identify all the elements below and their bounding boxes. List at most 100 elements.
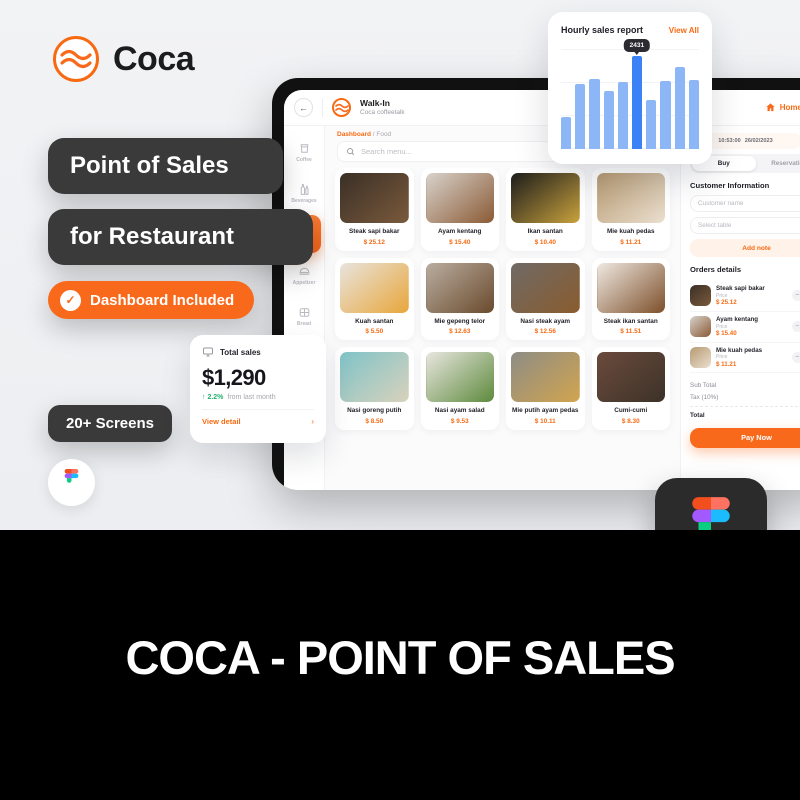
sidebar-label: Beverages [291,197,317,204]
figma-icon [64,469,79,483]
sidebar-item-coffee[interactable]: Coffee [288,133,321,171]
sidebar-item-beverages[interactable]: Beverages [288,174,321,212]
menu-item-price: $ 15.40 [449,238,471,246]
menu-item-card[interactable]: Nasi goreng putih $ 8.50 [335,347,414,431]
time-value: 10:53:00 [718,137,741,144]
select-table-field[interactable]: Select table › [690,217,800,234]
coffee-cup-icon [300,143,308,153]
select-table-placeholder: Select table [698,222,732,229]
laptop-mockup: ← Walk-In Coca coffeetalk Home Coffee Be… [272,78,800,490]
nav-home[interactable]: Home [765,102,800,113]
order-item-row: Ayam kentangPrice$ 15.40 −1+ [690,312,800,343]
menu-item-name: Steak ikan santan [603,317,658,325]
view-all-link[interactable]: View All [669,26,699,35]
menu-item-price: $ 25.12 [363,238,385,246]
total-sales-header: Total sales [202,346,314,358]
menu-item-card[interactable]: Mie gepeng telor $ 12.63 [420,257,499,341]
store-name: Walk-In [360,97,390,108]
menu-item-image [596,352,665,403]
chart-bar [589,79,600,149]
menu-item-price: $ 8.50 [365,418,384,426]
app-screen: ← Walk-In Coca coffeetalk Home Coffee Be… [284,90,800,490]
menu-item-name: Ayam kentang [438,228,482,235]
tab-reservation[interactable]: Reservation [758,156,800,171]
decrease-quantity-button[interactable]: − [791,290,800,302]
menu-item-card[interactable]: Nasi ayam salad $ 9.53 [420,347,499,431]
menu-item-price: $ 12.56 [534,328,556,336]
search-icon [347,148,355,156]
menu-item-name: Nasi steak ayam [520,317,571,325]
quantity-stepper: −1+ [791,351,800,363]
menu-item-image [596,173,665,223]
menu-item-card[interactable]: Steak sapi bakar $ 25.12 [335,168,414,251]
totals-section: Sub Total $ 62.00 Tax (10%) $ 6.20 Total… [690,379,800,422]
menu-item-card[interactable]: Cumi-cumi $ 8.30 [591,347,670,431]
menu-item-image [425,352,494,403]
menu-item-price: $ 10.40 [534,238,556,246]
menu-column: Dashboard / Food Search menu... All Ch S… [325,126,680,490]
order-item-name: Ayam kentang [716,315,759,323]
menu-item-card[interactable]: Mie kuah pedas $ 11.21 [591,168,670,251]
sidebar-item-bread[interactable]: Bread [288,297,321,335]
sidebar-label: Coffee [296,156,312,163]
coca-logo-icon [53,36,99,82]
tax-row: Tax (10%) $ 6.20 [690,391,800,403]
brand-name: Coca [113,39,195,78]
appetizer-icon [299,267,309,275]
view-detail-label: View detail [202,417,241,426]
menu-item-card[interactable]: Ikan santan $ 10.40 [506,168,585,251]
total-row: Total $ 64.40 [690,406,800,422]
store-info: Walk-In Coca coffeetalk [360,97,405,116]
footer-band: COCA - POINT OF SALES [0,530,800,800]
menu-item-card[interactable]: Ayam kentang $ 15.40 [420,168,499,251]
pay-now-button[interactable]: Pay Now [690,427,800,448]
badge-screens-count: 20+ Screens [48,405,172,442]
view-detail-row[interactable]: View detail › [202,409,314,426]
chart-bar [688,79,700,149]
menu-item-card[interactable]: Kuah santan $ 5.50 [335,257,414,341]
order-item-price: $ 15.40 [716,329,737,337]
chart-title: Hourly sales report [561,25,644,35]
menu-grid: Steak sapi bakar $ 25.12 Ayam kentang $ 15.… [325,168,680,490]
chart-bar [632,55,643,149]
menu-item-name: Ikan santan [527,228,563,235]
chart-bar [575,83,586,149]
order-item-price: $ 11.21 [716,360,737,368]
menu-item-name: Nasi goreng putih [347,407,402,415]
customer-name-field[interactable]: Customer name [690,195,800,212]
back-button[interactable]: ← [294,98,313,117]
sidebar-label: Bread [296,320,312,327]
date-value: 26/02/2023 [744,137,773,144]
menu-item-name: Mie kuah pedas [606,228,655,235]
breadcrumb-root[interactable]: Dashboard [337,131,371,138]
figma-badge-small [48,459,95,506]
menu-item-image [511,352,580,403]
order-item-thumb [690,346,711,368]
order-items-list: Steak sapi bakarPrice$ 25.12−1+Ayam kent… [690,281,800,374]
menu-item-card[interactable]: Steak ikan santan $ 11.51 [591,257,670,341]
app-body: Coffee Beverages Food Appetizer [284,126,800,490]
menu-item-card[interactable]: Mie putih ayam pedas $ 10.11 [506,347,585,431]
chart-bar [561,117,572,149]
subtotal-row: Sub Total $ 62.00 [690,379,800,391]
divider [322,98,323,117]
menu-item-card[interactable]: Nasi steak ayam $ 12.56 [506,257,585,341]
menu-item-image [340,173,409,223]
headline-for-restaurant: for Restaurant [48,209,313,265]
figma-icon [692,497,730,530]
hourly-sales-card: Hourly sales report View All 2431 [548,12,712,164]
chart-bar [603,90,614,149]
home-icon [766,103,775,112]
hero-section: Coca Point of Sales for Restaurant ✓ Das… [0,0,800,530]
decrease-quantity-button[interactable]: − [791,351,800,363]
order-item-info: Mie kuah pedas Price $ 11.21 [716,347,787,369]
menu-item-price: $ 10.11 [534,418,556,426]
menu-item-price: $ 11.21 [620,238,642,246]
order-panel: 10:53:00 26/02/2023 Buy Reservation Cust… [680,126,800,490]
check-icon: ✓ [60,289,81,311]
orders-details-heading: Orders details [690,265,742,274]
order-item-info: Ayam kentang Price $ 15.40 [716,316,787,338]
add-note-button[interactable]: Add note [690,239,800,257]
decrease-quantity-button[interactable]: − [791,321,800,333]
menu-item-image [425,173,494,223]
